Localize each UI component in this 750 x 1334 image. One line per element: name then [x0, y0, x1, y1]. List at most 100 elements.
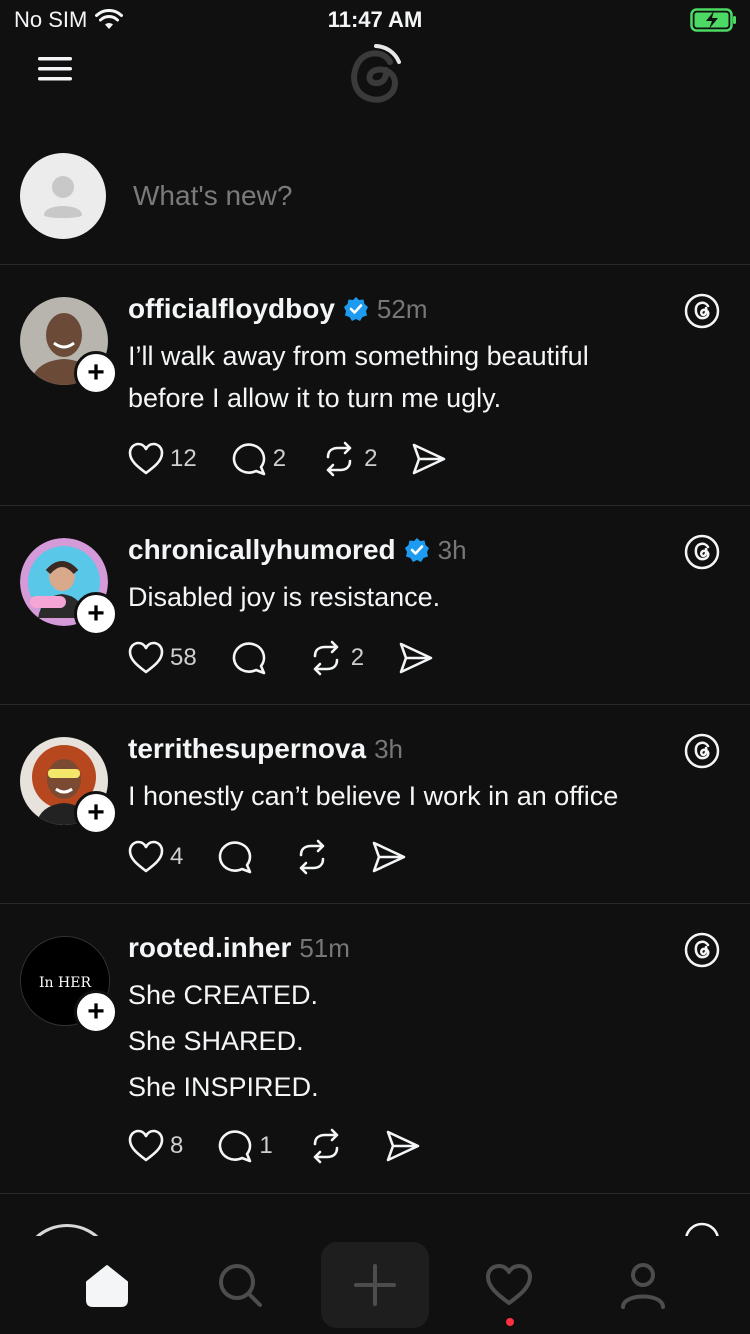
repost-button[interactable]: [307, 1128, 351, 1164]
share-button[interactable]: [398, 641, 434, 675]
repost-icon: [300, 839, 325, 875]
status-bar: No SIM 11:47 AM: [0, 0, 750, 40]
repost-button[interactable]: [293, 839, 337, 875]
post-text-line: She SHARED.: [128, 1026, 304, 1056]
follow-button[interactable]: +: [74, 791, 118, 835]
post-time: 52m: [376, 293, 428, 324]
tab-profile[interactable]: [593, 1236, 693, 1334]
like-count: 58: [170, 644, 197, 671]
post-text: I’ll walk away from something beautiful …: [128, 335, 589, 419]
post-text-line: Disabled joy is resistance.: [128, 582, 441, 612]
reply-count: 2: [272, 445, 287, 472]
username[interactable]: territhesupernova: [128, 733, 366, 765]
threads-icon[interactable]: [684, 932, 720, 968]
threads-icon[interactable]: [684, 293, 720, 329]
repost-icon: [313, 640, 339, 676]
share-button[interactable]: [385, 1129, 421, 1163]
plus-icon: [354, 1264, 396, 1306]
post-actions: 8 1: [128, 1128, 455, 1164]
like-button[interactable]: 12: [128, 442, 197, 476]
battery-charging-icon: [690, 8, 736, 32]
repost-button[interactable]: 2: [320, 441, 377, 477]
clock: 11:47 AM: [327, 7, 423, 32]
send-icon: [386, 1130, 420, 1162]
profile-icon: [621, 1263, 665, 1309]
composer-input[interactable]: What's new?: [133, 180, 292, 212]
reply-button[interactable]: 1: [217, 1128, 273, 1164]
heart-icon: [128, 442, 164, 475]
repost-count: 2: [350, 644, 365, 671]
repost-button[interactable]: 2: [307, 640, 364, 676]
repost-count: 2: [364, 445, 378, 472]
share-button[interactable]: [371, 840, 407, 874]
comment-icon: [219, 1130, 252, 1163]
divider: [0, 903, 750, 904]
post-actions: 58 2: [128, 640, 468, 676]
post-header: rooted.inher 51m: [128, 932, 350, 964]
home-icon: [86, 1265, 128, 1307]
notification-dot: [506, 1318, 514, 1326]
follow-button[interactable]: +: [74, 592, 118, 636]
share-button[interactable]: [411, 442, 447, 476]
tab-home[interactable]: [57, 1236, 157, 1334]
username[interactable]: officialfloydboy: [128, 293, 335, 325]
post-time: 3h: [437, 534, 467, 565]
like-button[interactable]: 4: [128, 840, 183, 874]
follow-button[interactable]: +: [74, 990, 118, 1034]
reply-button[interactable]: [231, 640, 273, 676]
post-text-line: She CREATED.: [128, 980, 319, 1010]
reply-count: 1: [259, 1132, 273, 1159]
comment-icon: [219, 841, 252, 874]
username[interactable]: rooted.inher: [128, 932, 291, 964]
heart-icon: [128, 840, 164, 873]
search-icon: [219, 1264, 262, 1307]
like-count: 8: [170, 1132, 184, 1159]
comment-icon: [232, 443, 266, 476]
post-text-line: I’ll walk away from something beautiful: [128, 341, 589, 371]
repost-icon: [326, 441, 352, 477]
verified-badge-icon: [343, 297, 368, 321]
post-actions: 12 2 2: [128, 441, 481, 477]
heart-icon: [128, 1129, 164, 1162]
divider: [0, 704, 750, 705]
post-header: territhesupernova 3h: [128, 733, 403, 765]
post-header: chronicallyhumored 3h: [128, 534, 467, 566]
post-header: officialfloydboy 52m: [128, 293, 427, 325]
tab-bar: [0, 1236, 750, 1334]
verified-badge-icon: [404, 538, 429, 562]
menu-icon[interactable]: [36, 50, 76, 86]
like-button[interactable]: 8: [128, 1129, 183, 1163]
person-placeholder-icon: [44, 176, 82, 218]
top-bar: [0, 40, 750, 120]
username[interactable]: chronicallyhumored: [128, 534, 396, 566]
reply-button[interactable]: 2: [231, 441, 286, 477]
threads-icon[interactable]: [684, 733, 720, 769]
composer[interactable]: What's new?: [0, 150, 750, 264]
tab-create[interactable]: [321, 1242, 429, 1328]
threads-icon[interactable]: [684, 534, 720, 570]
like-button[interactable]: 58: [128, 641, 197, 675]
send-icon: [413, 443, 446, 475]
tab-search[interactable]: [190, 1236, 290, 1334]
post-time: 51m: [299, 932, 350, 963]
threads-logo-icon[interactable]: [340, 40, 410, 110]
post-text-line: before I allow it to turn me ugly.: [128, 383, 502, 413]
post-text-line: She INSPIRED.: [128, 1072, 319, 1102]
like-count: 12: [170, 445, 197, 472]
follow-button[interactable]: +: [74, 351, 118, 395]
avatar-logo-text: In HER: [39, 975, 91, 991]
threads-icon: [685, 1222, 719, 1236]
send-icon: [373, 841, 406, 873]
avatar: [20, 1224, 114, 1236]
my-avatar[interactable]: [20, 153, 106, 239]
post-actions: 4: [128, 839, 441, 875]
divider: [0, 264, 750, 265]
heart-icon: [486, 1264, 532, 1305]
heart-icon: [128, 641, 164, 674]
repost-icon: [313, 1128, 339, 1164]
divider: [0, 505, 750, 506]
post-text: I honestly can’t believe I work in an of…: [128, 775, 618, 817]
reply-button[interactable]: [217, 839, 259, 875]
send-icon: [399, 642, 433, 674]
comment-icon: [232, 642, 266, 675]
